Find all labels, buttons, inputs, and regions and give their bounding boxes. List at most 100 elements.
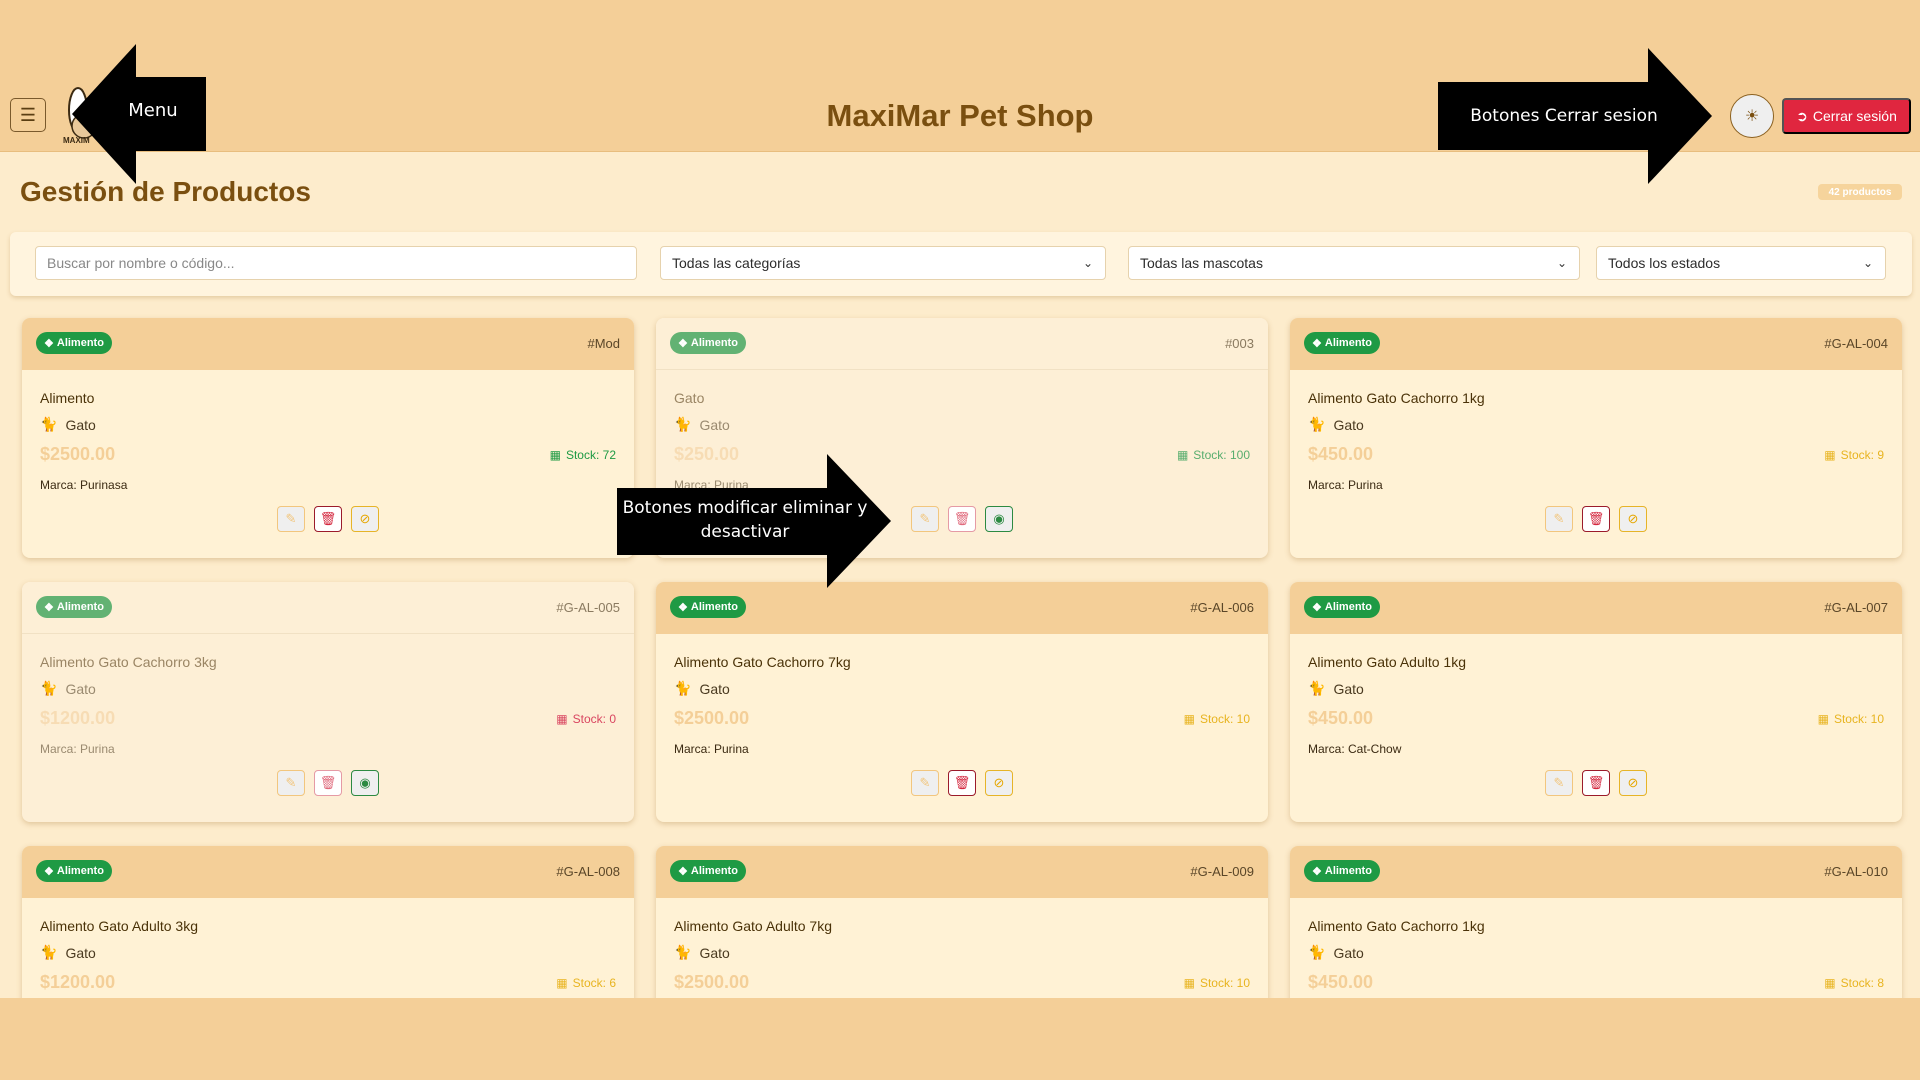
search-input[interactable]: Buscar por nombre o código... bbox=[35, 246, 637, 280]
product-name: Alimento Gato Cachorro 1kg bbox=[1308, 390, 1485, 406]
edit-button[interactable]: ✎ bbox=[1545, 506, 1573, 532]
eye-icon: ◉ bbox=[993, 511, 1005, 526]
category-badge-label: Alimento bbox=[1324, 601, 1372, 613]
edit-button[interactable]: ✎ bbox=[277, 506, 305, 532]
edit-button[interactable]: ✎ bbox=[911, 506, 939, 532]
edit-icon: ✎ bbox=[919, 511, 931, 526]
status-select-value: Todos los estados bbox=[1608, 255, 1721, 271]
product-price: $2500.00 bbox=[674, 972, 750, 992]
product-pet-label: Gato bbox=[699, 416, 730, 433]
product-price: $2500.00 bbox=[40, 444, 116, 464]
category-badge-label: Alimento bbox=[56, 865, 104, 877]
stock-label: Stock: 8 bbox=[1840, 976, 1884, 990]
card-header: ❖ Alimento #G-AL-006 bbox=[656, 582, 1268, 634]
deactivate-button[interactable]: ⊘ bbox=[351, 506, 379, 532]
card-actions: ✎ 🗑 ⊘ bbox=[22, 506, 634, 532]
product-code: #003 bbox=[1225, 336, 1254, 351]
bone-icon: ❖ bbox=[44, 865, 54, 878]
stock-label: Stock: 100 bbox=[1193, 448, 1250, 462]
category-badge: ❖ Alimento bbox=[1304, 860, 1380, 882]
edit-icon: ✎ bbox=[285, 511, 297, 526]
bone-icon: ❖ bbox=[1312, 601, 1322, 614]
product-pet: 🐈 Gato bbox=[674, 416, 730, 433]
theme-toggle-button[interactable]: ☀ bbox=[1730, 94, 1774, 138]
delete-button[interactable]: 🗑 bbox=[1582, 770, 1610, 796]
logout-label: Cerrar sesión bbox=[1812, 108, 1897, 124]
category-badge: ❖ Alimento bbox=[1304, 332, 1380, 354]
boxes-icon: ▦ bbox=[549, 448, 561, 462]
card-actions: ✎ 🗑 ⊘ bbox=[656, 770, 1268, 796]
category-badge-label: Alimento bbox=[690, 337, 738, 349]
stock-label: Stock: 10 bbox=[1833, 712, 1884, 726]
cat-icon: 🐈 bbox=[674, 416, 692, 432]
card-actions: ✎ 🗑 ⊘ bbox=[1290, 506, 1902, 532]
category-badge-label: Alimento bbox=[56, 601, 104, 613]
product-price: $2500.00 bbox=[674, 708, 750, 728]
cat-icon: 🐈 bbox=[674, 944, 692, 960]
bone-icon: ❖ bbox=[678, 865, 688, 878]
category-badge-label: Alimento bbox=[1324, 865, 1372, 877]
cat-icon: 🐈 bbox=[40, 416, 58, 432]
product-brand: Marca: Purina bbox=[1308, 478, 1383, 492]
category-badge: ❖ Alimento bbox=[670, 332, 746, 354]
product-pet: 🐈 Gato bbox=[40, 680, 96, 697]
product-code: #G-AL-006 bbox=[1190, 600, 1254, 615]
product-pet: 🐈 Gato bbox=[674, 680, 730, 697]
sun-icon: ☀ bbox=[1744, 108, 1760, 125]
deactivate-button[interactable]: ⊘ bbox=[1619, 506, 1647, 532]
edit-button[interactable]: ✎ bbox=[1545, 770, 1573, 796]
edit-button[interactable]: ✎ bbox=[277, 770, 305, 796]
delete-button[interactable]: 🗑 bbox=[948, 506, 976, 532]
product-price: $1200.00 bbox=[40, 708, 116, 728]
product-price: $450.00 bbox=[1308, 972, 1374, 992]
cat-icon: 🐈 bbox=[1308, 680, 1326, 696]
chevron-down-icon: ⌄ bbox=[1082, 256, 1093, 270]
delete-button[interactable]: 🗑 bbox=[314, 770, 342, 796]
chevron-down-icon: ⌄ bbox=[1862, 256, 1873, 270]
product-card: ❖ Alimento #G-AL-005 Alimento Gato Cachorro… bbox=[22, 582, 634, 822]
product-name: Alimento Gato Adulto 3kg bbox=[40, 918, 198, 934]
deactivate-button[interactable]: ⊘ bbox=[985, 770, 1013, 796]
product-pet-label: Gato bbox=[1333, 680, 1364, 697]
product-pet: 🐈 Gato bbox=[674, 944, 730, 961]
delete-button[interactable]: 🗑 bbox=[1582, 506, 1610, 532]
trash-icon: 🗑 bbox=[953, 511, 971, 526]
product-code: #G-AL-010 bbox=[1824, 864, 1888, 879]
card-actions: ✎ 🗑 ⊘ bbox=[1290, 770, 1902, 796]
product-pet: 🐈 Gato bbox=[40, 416, 96, 433]
product-pet: 🐈 Gato bbox=[40, 944, 96, 961]
deactivate-button[interactable]: ⊘ bbox=[1619, 770, 1647, 796]
product-code: #G-AL-007 bbox=[1824, 600, 1888, 615]
product-name: Alimento Gato Cachorro 3kg bbox=[40, 654, 217, 670]
activate-button[interactable]: ◉ bbox=[351, 770, 379, 796]
product-card: ❖ Alimento #G-AL-009 Alimento Gato Adulto 7… bbox=[656, 846, 1268, 998]
category-badge: ❖ Alimento bbox=[36, 332, 112, 354]
delete-button[interactable]: 🗑 bbox=[948, 770, 976, 796]
product-brand: Marca: Purinasa bbox=[40, 478, 128, 492]
bone-icon: ❖ bbox=[1312, 337, 1322, 350]
product-code: #G-AL-008 bbox=[556, 864, 620, 879]
category-select[interactable]: Todas las categorías ⌄ bbox=[660, 246, 1106, 280]
pet-select[interactable]: Todas las mascotas ⌄ bbox=[1128, 246, 1580, 280]
boxes-icon: ▦ bbox=[1183, 712, 1195, 726]
product-brand: Marca: Purina bbox=[40, 742, 115, 756]
product-pet-label: Gato bbox=[699, 680, 730, 697]
stock-indicator: ▦ Stock: 10 bbox=[1184, 976, 1250, 990]
stock-indicator: ▦ Stock: 6 bbox=[556, 976, 616, 990]
product-pet-label: Gato bbox=[699, 944, 730, 961]
edit-button[interactable]: ✎ bbox=[911, 770, 939, 796]
category-select-value: Todas las categorías bbox=[672, 255, 801, 271]
category-badge: ❖ Alimento bbox=[670, 860, 746, 882]
card-header: ❖ Alimento #G-AL-008 bbox=[22, 846, 634, 898]
bone-icon: ❖ bbox=[678, 601, 688, 614]
product-name: Alimento bbox=[40, 390, 95, 406]
status-select[interactable]: Todos los estados ⌄ bbox=[1596, 246, 1886, 280]
product-card: ❖ Alimento #G-AL-010 Alimento Gato Cachorro… bbox=[1290, 846, 1902, 998]
logout-button[interactable]: ➲ Cerrar sesión bbox=[1782, 98, 1911, 134]
category-badge: ❖ Alimento bbox=[36, 596, 112, 618]
product-brand: Marca: Purina bbox=[674, 742, 749, 756]
delete-button[interactable]: 🗑 bbox=[314, 506, 342, 532]
activate-button[interactable]: ◉ bbox=[985, 506, 1013, 532]
card-header: ❖ Alimento #003 bbox=[656, 318, 1268, 370]
product-name: Alimento Gato Adulto 7kg bbox=[674, 918, 832, 934]
